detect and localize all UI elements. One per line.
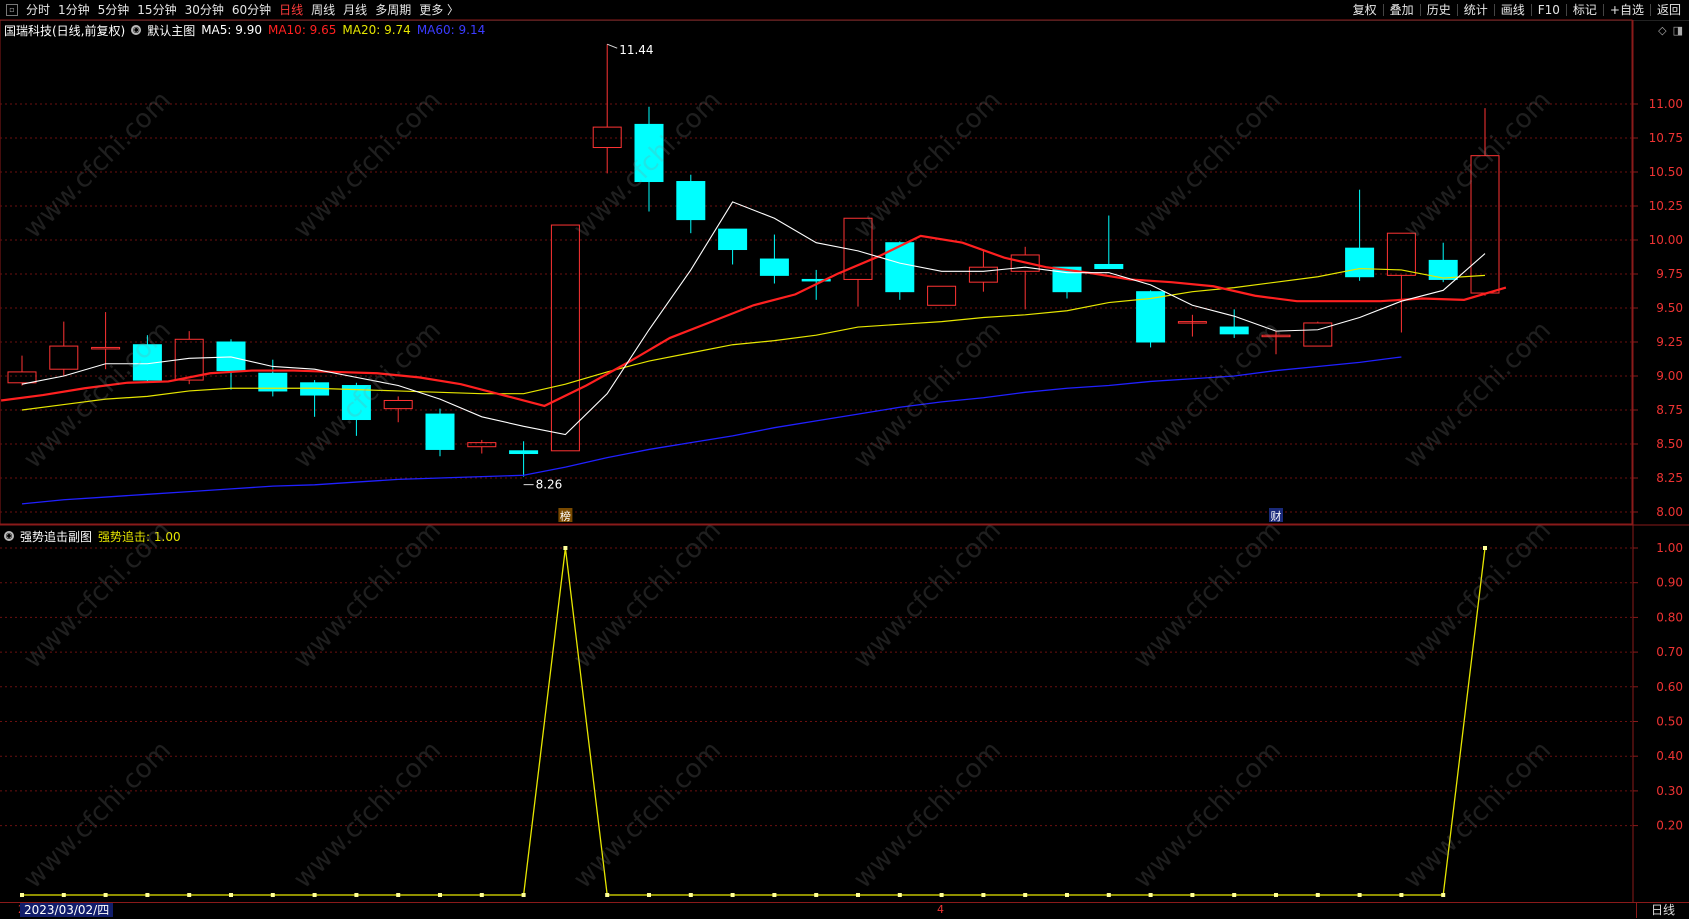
candle-body	[634, 123, 664, 183]
sub-tick-label: 0.30	[1656, 784, 1683, 798]
candle-body	[1094, 263, 1124, 270]
low-price-label: 8.26	[536, 478, 563, 492]
bang-marker-label: 榜	[560, 509, 571, 523]
cursor-date-label: 2023/03/02/四	[20, 903, 114, 917]
signal-point	[1315, 893, 1320, 897]
signal-point	[1232, 893, 1237, 897]
candle-body	[550, 224, 580, 452]
candle-body	[216, 341, 246, 372]
signal-point	[1106, 893, 1111, 897]
candle-body	[968, 266, 998, 283]
signal-point	[897, 893, 902, 897]
signal-point	[688, 893, 693, 897]
signal-point	[563, 546, 568, 550]
candle-body	[383, 399, 413, 410]
sub-tick-label: 1.00	[1656, 541, 1683, 555]
y-tick-label: 8.00	[1656, 505, 1683, 519]
sub-tick-label: 0.20	[1656, 819, 1683, 833]
axis-mark-4: 4	[937, 903, 944, 916]
y-tick-label: 9.25	[1656, 335, 1683, 349]
y-tick-label: 10.50	[1649, 165, 1683, 179]
sub-tick-label: 0.40	[1656, 749, 1683, 763]
y-tick-label: 8.75	[1656, 403, 1683, 417]
signal-point	[103, 893, 108, 897]
candle-body	[91, 346, 121, 350]
ma5-line	[21, 201, 1486, 436]
stock-chart[interactable]: 11.00 10.75 10.50 10.25 10.00 9.75 9.50 9.25 9.0…	[0, 0, 1689, 918]
cai-marker-label: 财	[1271, 509, 1282, 523]
signal-point	[1274, 893, 1278, 897]
y-tick-label: 10.25	[1649, 199, 1683, 213]
sub-chart-info: ◉ 强势追击副图 强势追击: 1.00	[4, 528, 187, 544]
signal-point	[312, 893, 317, 897]
signal-point	[939, 893, 944, 897]
candle-body	[1470, 155, 1500, 294]
signal-point	[521, 893, 526, 897]
signal-point	[1483, 546, 1487, 550]
candle-body	[718, 228, 748, 251]
y-tick-label: 10.00	[1649, 233, 1683, 247]
signal-point	[145, 893, 150, 897]
sub-tick-label: 0.50	[1656, 715, 1683, 729]
signal-point	[1357, 893, 1362, 897]
candle-body	[425, 413, 455, 450]
signal-point	[605, 893, 610, 897]
signal-point	[1399, 893, 1404, 897]
sub-indicator-value: 强势追击: 1.00	[98, 529, 181, 544]
signal-point	[1190, 893, 1195, 897]
high-marker-arrow	[607, 43, 618, 49]
candle-body	[467, 442, 497, 448]
signal-point	[438, 893, 442, 897]
period-indicator[interactable]: 日线	[1636, 902, 1689, 918]
signal-point	[61, 893, 66, 897]
ma60-line	[21, 356, 1402, 505]
signal-point	[20, 893, 24, 897]
date-axis-bar	[0, 902, 1689, 919]
sub-tick-label: 0.80	[1656, 610, 1683, 624]
signal-point	[1065, 893, 1069, 897]
candle-body	[759, 258, 789, 276]
sub-tick-label: 0.60	[1656, 680, 1683, 694]
signal-point	[1441, 893, 1446, 897]
y-tick-label: 8.50	[1656, 437, 1683, 451]
sub-tick-label: 0.70	[1656, 645, 1683, 659]
signal-point	[270, 893, 275, 897]
signal-point	[647, 893, 651, 897]
candle-body	[7, 371, 37, 384]
signal-point	[1023, 893, 1028, 897]
candle-body	[1219, 326, 1249, 335]
ma20-line	[21, 267, 1486, 411]
y-tick-label: 10.75	[1649, 131, 1683, 145]
y-tick-label: 8.25	[1656, 471, 1683, 485]
high-price-label: 11.44	[619, 43, 653, 57]
sub-tick-label: 0.90	[1656, 576, 1683, 590]
signal-point	[396, 893, 401, 897]
candle-body	[509, 450, 539, 455]
y-tick-label: 9.00	[1656, 369, 1683, 383]
signal-point	[354, 893, 359, 897]
signal-point	[772, 893, 777, 897]
candle-body	[1345, 247, 1375, 278]
signal-point	[814, 893, 819, 897]
sub-indicator-name[interactable]: 强势追击副图	[20, 528, 92, 545]
y-tick-label: 9.75	[1656, 267, 1683, 281]
y-tick-label: 9.50	[1656, 301, 1683, 315]
sub-indicator-settings-icon[interactable]: ◉	[4, 531, 14, 541]
candle-body	[49, 345, 79, 370]
signal-point	[981, 893, 986, 897]
signal-point	[187, 893, 192, 897]
candle-body	[927, 285, 957, 306]
y-tick-label: 11.00	[1649, 97, 1683, 111]
candle-body	[592, 126, 622, 149]
signal-point	[856, 893, 860, 897]
signal-point	[730, 893, 735, 897]
ma10-line	[0, 234, 1507, 408]
candle-body	[676, 181, 706, 221]
candle-body	[341, 385, 371, 421]
signal-point	[229, 893, 233, 897]
signal-point	[479, 893, 484, 897]
signal-point	[1148, 893, 1153, 897]
